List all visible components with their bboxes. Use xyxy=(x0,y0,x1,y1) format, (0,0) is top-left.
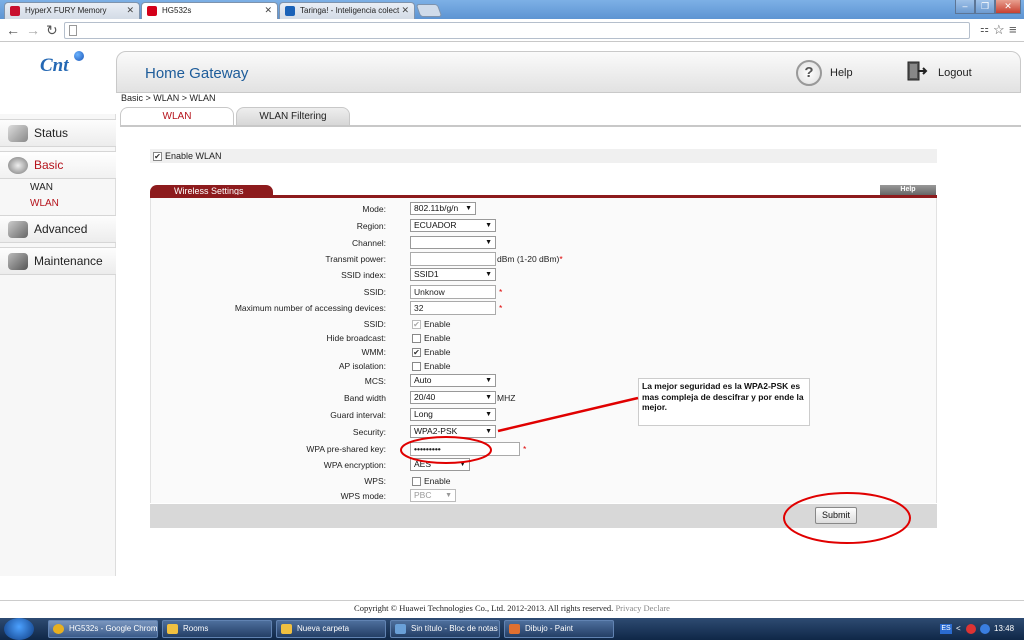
start-button[interactable] xyxy=(4,618,34,640)
folder-icon xyxy=(281,624,292,634)
annotation-drawing xyxy=(400,396,911,544)
taskbar-item-label: Rooms xyxy=(183,624,209,633)
tray-expand-icon[interactable]: < xyxy=(956,618,961,640)
privacy-link[interactable]: Privacy Declare xyxy=(615,603,670,613)
annotation-circle-key xyxy=(400,436,492,464)
chrome-icon xyxy=(53,624,64,634)
copyright-text: Copyright © Huawei Technologies Co., Ltd… xyxy=(354,603,614,613)
notepad-icon xyxy=(395,624,406,634)
copyright: Copyright © Huawei Technologies Co., Ltd… xyxy=(0,603,1024,613)
alert-icon[interactable] xyxy=(966,624,976,634)
footer-divider xyxy=(0,600,1024,601)
taskbar-item-label: Nueva carpeta xyxy=(297,624,350,633)
info-icon[interactable] xyxy=(980,624,990,634)
folder-icon xyxy=(167,624,178,634)
annotation-arrow-line xyxy=(497,396,639,433)
taskbar-item-label: Sin título - Bloc de notas xyxy=(411,624,498,633)
taskbar-item-rooms[interactable]: Rooms xyxy=(162,620,272,638)
taskbar-item-label: Dibujo - Paint xyxy=(525,624,574,633)
clock: 13:48 xyxy=(994,624,1015,633)
language-indicator[interactable]: ES xyxy=(940,624,952,634)
taskbar-item-paint[interactable]: Dibujo - Paint xyxy=(504,620,614,638)
paint-icon xyxy=(509,624,520,634)
taskbar-item-nueva-carpeta[interactable]: Nueva carpeta xyxy=(276,620,386,638)
taskbar-item-notepad[interactable]: Sin título - Bloc de notas xyxy=(390,620,500,638)
taskbar-item-label: HG532s - Google Chrome xyxy=(69,624,158,633)
taskbar-item-chrome[interactable]: HG532s - Google Chrome xyxy=(48,620,158,638)
annotation-circle-submit xyxy=(783,492,911,544)
